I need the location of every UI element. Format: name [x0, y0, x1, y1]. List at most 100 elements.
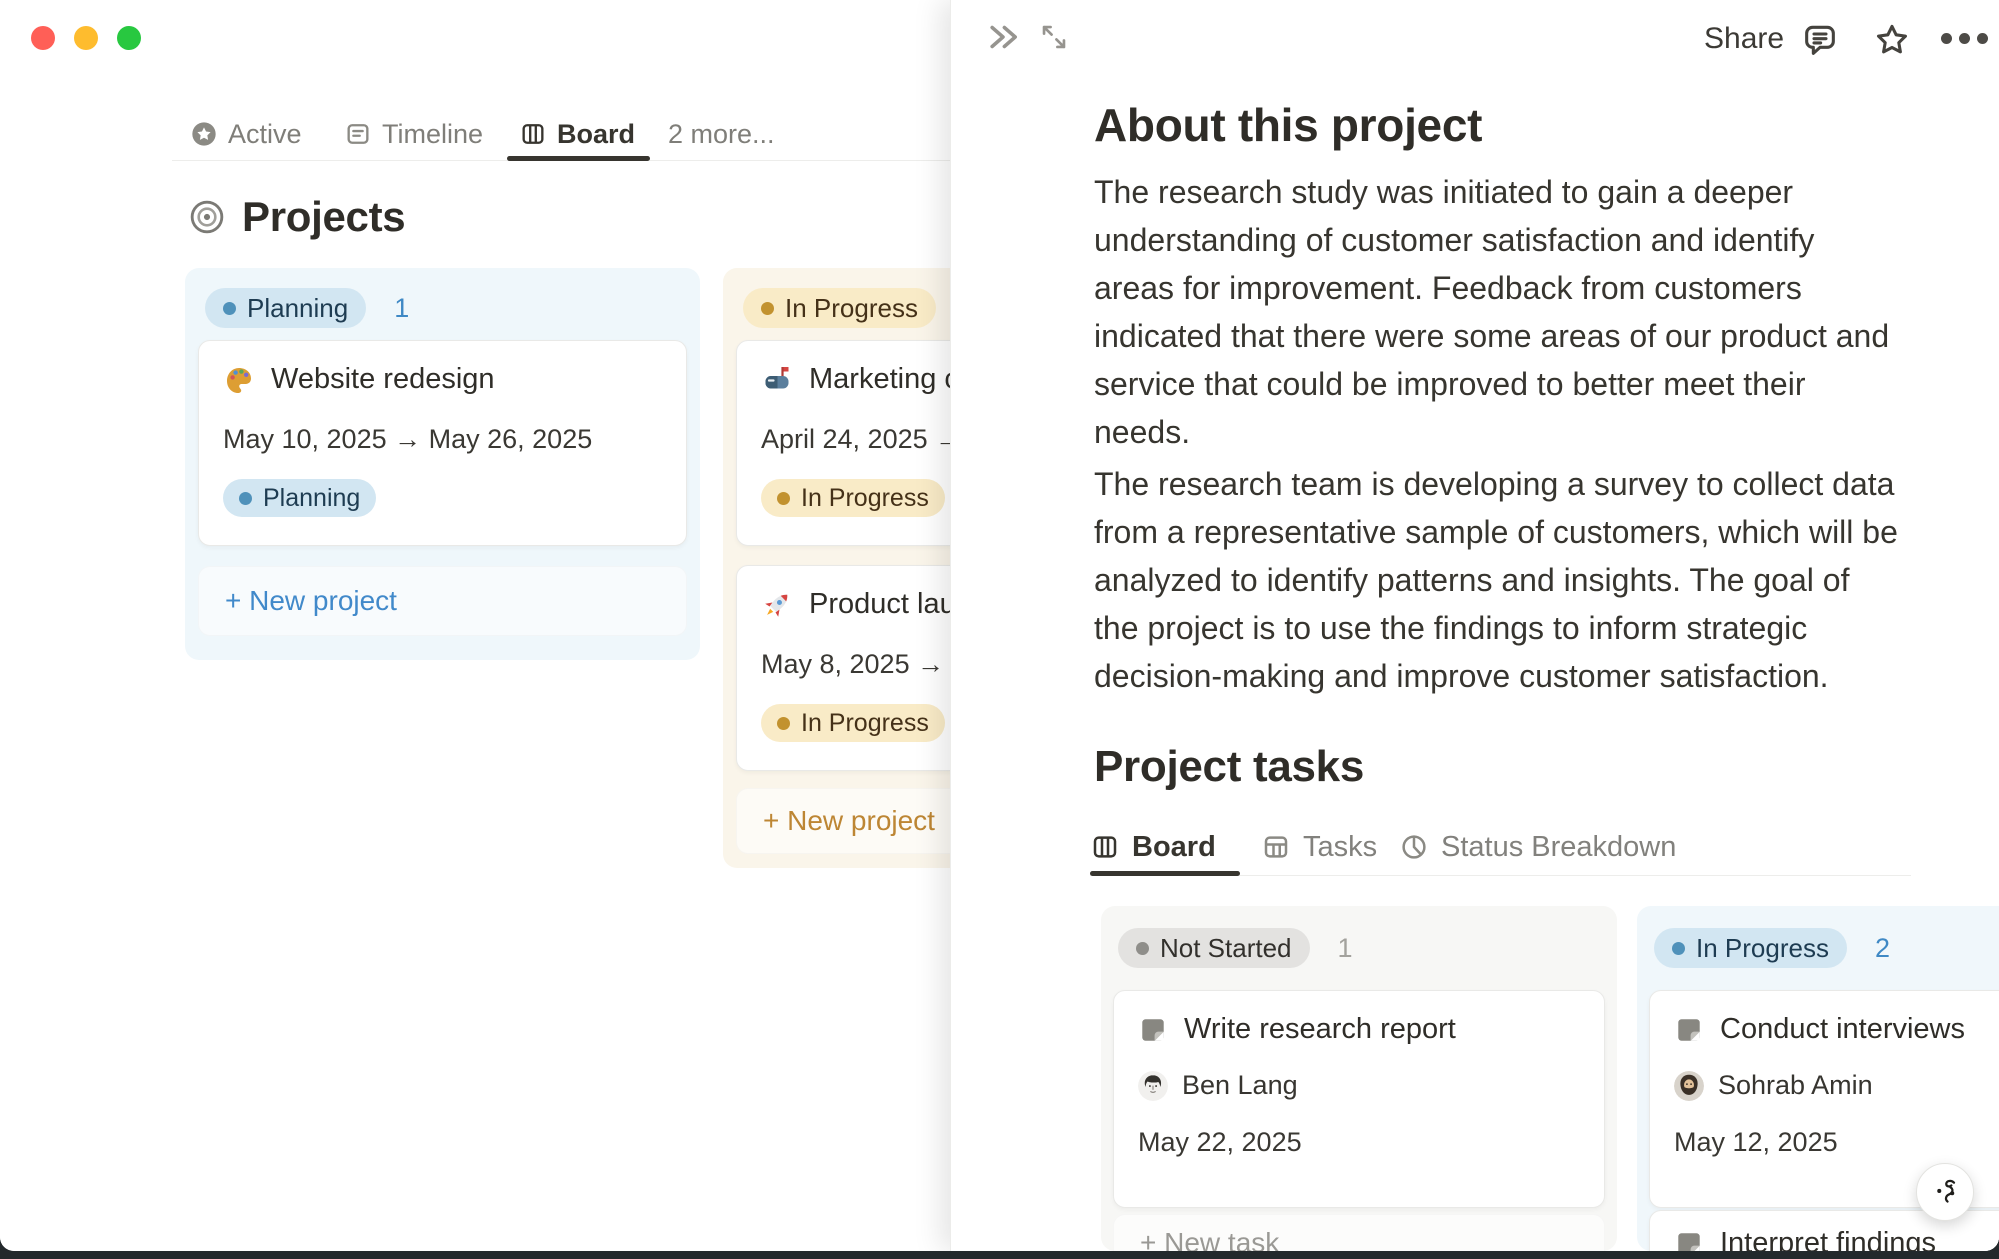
star-badge-icon	[190, 120, 218, 148]
status-label: Planning	[263, 484, 360, 513]
card-title: Conduct interviews	[1720, 1013, 1965, 1046]
status-dot	[223, 302, 236, 315]
assignee-name: Sohrab Amin	[1718, 1070, 1873, 1101]
card-title: Interpret findings	[1720, 1227, 1936, 1251]
card-status-tag: In Progress	[761, 479, 945, 517]
column-count: 1	[1338, 933, 1353, 964]
card-date-range: May 10, 2025 → May 26, 2025	[223, 424, 662, 455]
new-project-button-planning[interactable]: + New project	[198, 566, 687, 636]
task-icon	[1674, 1229, 1704, 1252]
page-heading-about[interactable]: About this project	[1094, 98, 1482, 152]
status-dot	[777, 717, 790, 730]
side-peek-pane: Share About this project The research st…	[950, 0, 1999, 1251]
notion-ai-face-icon	[1928, 1175, 1962, 1209]
view-tab-label: 2 more...	[668, 119, 775, 150]
card-due-date: May 12, 2025	[1674, 1127, 1999, 1158]
database-view-tabs: Active Timeline Board 2 more...	[0, 112, 950, 156]
diagonal-expand-icon[interactable]	[1037, 20, 1071, 54]
zoom-window-button[interactable]	[117, 26, 141, 50]
mailbox-icon	[761, 364, 793, 396]
card-due-date: May 22, 2025	[1138, 1127, 1580, 1158]
ben-lang-avatar	[1138, 1071, 1168, 1101]
status-label: Planning	[247, 293, 348, 324]
status-label: In Progress	[1696, 933, 1829, 964]
target-icon	[188, 198, 226, 236]
share-button[interactable]: Share	[1704, 22, 1784, 56]
board-icon	[1090, 832, 1120, 862]
tasks-selected-tab-underline	[1090, 871, 1240, 876]
status-dot	[761, 302, 774, 315]
paragraph-2[interactable]: The research team is developing a survey…	[1094, 460, 1899, 700]
project-card-website-redesign[interactable]: Website redesign May 10, 2025 → May 26, …	[198, 340, 687, 546]
column-in-progress-header: In Progress	[743, 288, 936, 328]
notion-window: Active Timeline Board 2 more...	[0, 0, 1999, 1251]
column-count: 2	[1875, 933, 1890, 964]
ellipsis-icon[interactable]	[1941, 33, 1988, 44]
board-icon	[519, 120, 547, 148]
card-status-tag: In Progress	[761, 704, 945, 742]
column-in-progress-tasks-header: In Progress 2	[1654, 928, 1890, 968]
card-title: Write research report	[1184, 1013, 1456, 1046]
rocket-icon	[761, 589, 793, 621]
status-label: In Progress	[785, 293, 918, 324]
sohrab-amin-avatar	[1674, 1071, 1704, 1101]
assignee-name: Ben Lang	[1182, 1070, 1298, 1101]
database-title-row: Projects	[188, 193, 405, 241]
column-not-started-header: Not Started 1	[1118, 928, 1353, 968]
tasks-tab-label: Status Breakdown	[1441, 831, 1676, 864]
tasks-tab-status-breakdown[interactable]: Status Breakdown	[1399, 824, 1676, 870]
view-tab-board[interactable]: Board	[519, 112, 635, 156]
column-count: 1	[394, 293, 409, 324]
project-card-product-launch[interactable]: Product lau May 8, 2025 → Ma In Progress	[736, 565, 950, 771]
card-title: Marketing c	[809, 363, 950, 396]
view-tab-label: Timeline	[382, 119, 483, 150]
paragraph-1[interactable]: The research study was initiated to gain…	[1094, 168, 1899, 456]
close-window-button[interactable]	[31, 26, 55, 50]
view-tab-label: Active	[228, 119, 302, 150]
view-tab-active[interactable]: Active	[190, 112, 302, 156]
card-title: Website redesign	[271, 363, 495, 396]
notion-ai-button[interactable]	[1916, 1163, 1974, 1221]
status-label: In Progress	[801, 484, 929, 513]
status-pill-planning[interactable]: Planning	[205, 288, 366, 328]
new-task-button[interactable]: + New task	[1113, 1214, 1605, 1251]
table-icon	[1261, 832, 1291, 862]
view-tab-timeline[interactable]: Timeline	[344, 112, 483, 156]
timeline-icon	[344, 120, 372, 148]
project-card-marketing[interactable]: Marketing c April 24, 2025 → M In Progre…	[736, 340, 950, 546]
tasks-tab-label: Board	[1132, 831, 1216, 864]
star-icon[interactable]	[1872, 20, 1912, 60]
page-heading-tasks[interactable]: Project tasks	[1094, 742, 1364, 792]
comment-icon[interactable]	[1800, 20, 1840, 60]
status-label: Not Started	[1160, 933, 1292, 964]
status-label: In Progress	[801, 709, 929, 738]
view-tab-label: Board	[557, 119, 635, 150]
column-planning-header: Planning 1	[205, 288, 409, 328]
status-dot	[777, 492, 790, 505]
status-dot	[1136, 942, 1149, 955]
status-pill-in-progress[interactable]: In Progress	[1654, 928, 1847, 968]
task-icon	[1674, 1015, 1704, 1045]
database-title[interactable]: Projects	[242, 193, 405, 241]
double-chevron-right-icon[interactable]	[984, 18, 1022, 56]
minimize-window-button[interactable]	[74, 26, 98, 50]
card-date-range: April 24, 2025 → M	[761, 424, 950, 455]
tasks-tab-label: Tasks	[1303, 831, 1377, 864]
tasks-tab-tasks[interactable]: Tasks	[1261, 824, 1377, 870]
card-title: Product lau	[809, 588, 950, 621]
pie-chart-icon	[1399, 832, 1429, 862]
status-pill-in-progress[interactable]: In Progress	[743, 288, 936, 328]
task-icon	[1138, 1015, 1168, 1045]
tasks-view-tabs: Board Tasks Status Breakdown	[951, 824, 1999, 870]
new-project-button-in-progress[interactable]: + New project	[736, 788, 950, 854]
status-pill-not-started[interactable]: Not Started	[1118, 928, 1310, 968]
main-pane: Active Timeline Board 2 more...	[0, 0, 950, 1251]
status-dot	[1672, 942, 1685, 955]
tasks-tab-board[interactable]: Board	[1090, 824, 1216, 870]
card-date-range: May 8, 2025 → Ma	[761, 649, 950, 680]
task-card-write-research-report[interactable]: Write research report Ben Lang May 22, 2…	[1113, 990, 1605, 1208]
status-dot	[239, 492, 252, 505]
selected-tab-underline	[507, 156, 650, 161]
card-status-tag: Planning	[223, 479, 376, 517]
view-tab-more[interactable]: 2 more...	[668, 112, 775, 156]
